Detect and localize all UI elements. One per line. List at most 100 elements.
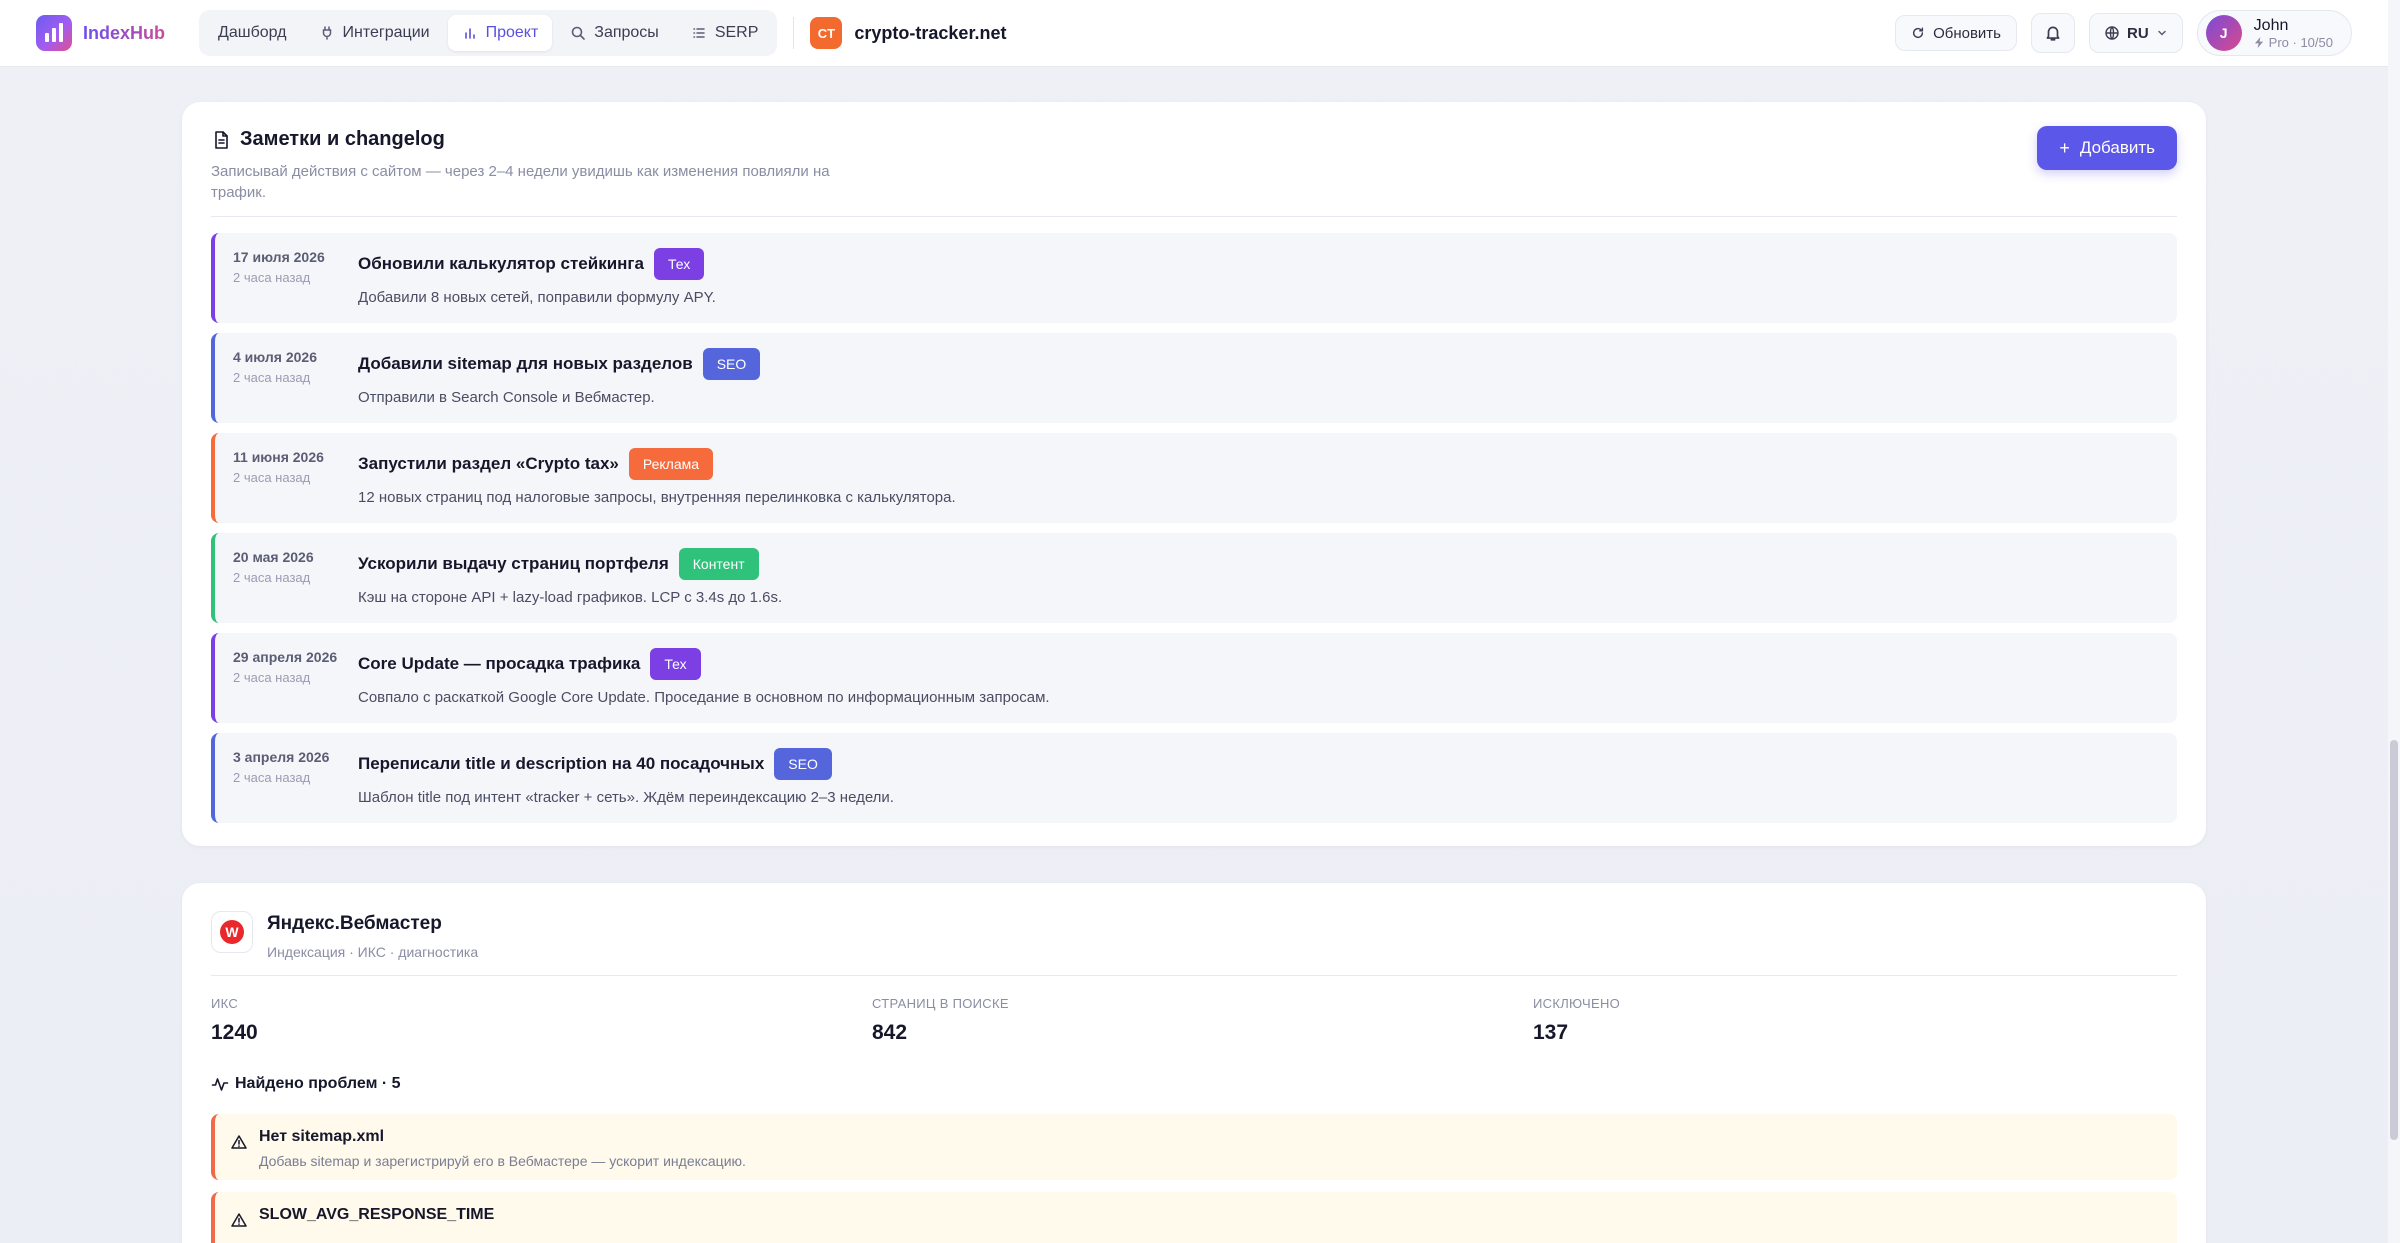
metric-value: 137 [1533, 1021, 1569, 1044]
search-icon [571, 26, 586, 40]
problem-item[interactable]: SLOW_AVG_RESPONSE_TIME [211, 1192, 2177, 1243]
scrollbar-thumb[interactable] [2390, 740, 2398, 1140]
note-title: Ускорили выдачу страниц портфеля [358, 554, 669, 573]
nav-item-label: SERP [714, 24, 759, 41]
notes-card: Заметки и changelog Записывай действия с… [182, 102, 2206, 846]
plus-icon: + [2059, 138, 2070, 158]
note-date: 4 июля 2026 [233, 349, 317, 365]
refresh-icon [1913, 27, 1924, 39]
note-title: Запустили раздел «Crypto tax» [358, 454, 619, 473]
notes-list: 17 июля 2026 2 часа назад Обновили кальк… [211, 233, 2177, 833]
brand-logo-icon [36, 15, 72, 51]
note-item[interactable]: 20 мая 2026 2 часа назад Ускорили выдачу… [211, 533, 2177, 623]
refresh-label: Обновить [1933, 24, 2001, 42]
language-select[interactable]: RU [2089, 13, 2183, 53]
note-date: 17 июля 2026 [233, 249, 325, 265]
problem-desc: Добавь sitemap и зарегистрируй его в Веб… [259, 1153, 746, 1169]
nav-divider [793, 17, 795, 49]
metric-label: ИСКЛЮЧЕНО [1533, 996, 1621, 1011]
nav-item-integrations[interactable]: Интеграции [305, 15, 444, 51]
note-tag: SEO [702, 348, 761, 380]
top-bar: IndexHub Дашборд Интеграции Проект Запро… [0, 0, 2388, 67]
note-desc: Шаблон title под интент «tracker + сеть»… [358, 789, 894, 806]
note-ago: 2 часа назад [233, 670, 311, 685]
metric-label: СТРАНИЦ В ПОИСКЕ [872, 996, 1009, 1011]
metric-value: 1240 [211, 1021, 258, 1044]
note-tag: Тех [653, 248, 705, 280]
notes-header: Заметки и changelog Записывай действия с… [211, 128, 2177, 203]
refresh-button[interactable]: Обновить [1895, 15, 2017, 51]
current-site[interactable]: CT crypto-tracker.net [810, 17, 1006, 49]
problems-heading: Найдено проблем · 5 [211, 1075, 401, 1093]
note-title: Добавили sitemap для новых разделов [358, 354, 693, 373]
note-ago: 2 часа назад [233, 270, 311, 285]
site-name: crypto-tracker.net [854, 22, 1007, 43]
nav-item-label: Интеграции [342, 24, 430, 41]
nav-item-queries[interactable]: Запросы [556, 15, 673, 51]
webmaster-title: Яндекс.Вебмастер [267, 913, 442, 934]
note-date: 3 апреля 2026 [233, 749, 330, 765]
note-tag: Тех [650, 648, 701, 680]
user-plan-label: Pro · 10/50 [2268, 35, 2333, 50]
plug-icon [322, 26, 331, 40]
note-item[interactable]: 17 июля 2026 2 часа назад Обновили кальк… [211, 233, 2177, 323]
note-desc: Кэш на стороне API + lazy-load графиков.… [358, 589, 783, 606]
notes-divider [211, 216, 2177, 217]
user-name: John [2253, 17, 2289, 34]
note-ago: 2 часа назад [233, 370, 311, 385]
problems-title: Найдено проблем · 5 [235, 1075, 401, 1092]
add-note-button[interactable]: + Добавить [2037, 126, 2177, 170]
webmaster-divider [211, 975, 2177, 976]
nav-item-label: Дашборд [218, 24, 287, 41]
globe-icon [2105, 26, 2119, 40]
warning-icon [231, 1135, 247, 1149]
note-date: 20 мая 2026 [233, 549, 314, 565]
add-note-label: Добавить [2079, 138, 2155, 157]
bell-icon [2046, 26, 2060, 41]
notes-title: Заметки и changelog [211, 128, 2177, 151]
note-ago: 2 часа назад [233, 470, 311, 485]
user-plan: Pro · 10/50 [2254, 35, 2333, 50]
brand-name: IndexHub [83, 22, 166, 43]
problem-title: SLOW_AVG_RESPONSE_TIME [259, 1206, 495, 1223]
note-desc: 12 новых страниц под налоговые запросы, … [358, 489, 956, 506]
note-tag: Реклама [628, 448, 714, 480]
note-item[interactable]: 29 апреля 2026 2 часа назад Core Update … [211, 633, 2177, 723]
lightning-icon [2254, 37, 2263, 48]
notes-subtitle: Записывай действия с сайтом — через 2–4 … [211, 163, 830, 201]
note-title: Переписали title и description на 40 пос… [358, 754, 765, 773]
note-item[interactable]: 11 июня 2026 2 часа назад Запустили разд… [211, 433, 2177, 523]
list-icon [693, 28, 705, 38]
nav-item-label: Проект [485, 24, 539, 41]
note-item[interactable]: 4 июля 2026 2 часа назад Добавили sitema… [211, 333, 2177, 423]
top-right-controls: Обновить RU J John Pro · 10/50 [1895, 10, 2352, 56]
metric-label: ИКС [211, 996, 239, 1011]
site-badge: CT [810, 17, 843, 49]
notes-title-text: Заметки и changelog [240, 128, 445, 150]
problem-title: Нет sitemap.xml [259, 1128, 385, 1145]
note-tag: SEO [774, 748, 832, 780]
note-ago: 2 часа назад [233, 770, 311, 785]
nav-item-serp[interactable]: SERP [677, 15, 773, 51]
main-nav: Дашборд Интеграции Проект Запросы SERP [199, 10, 778, 56]
notifications-button[interactable] [2031, 13, 2075, 53]
chevron-down-icon [2157, 30, 2166, 36]
metric-pages-in-search: СТРАНИЦ В ПОИСКЕ 842 [872, 996, 1009, 1045]
document-icon [215, 130, 228, 149]
user-menu[interactable]: J John Pro · 10/50 [2196, 10, 2352, 56]
note-item[interactable]: 3 апреля 2026 2 часа назад Переписали ti… [211, 733, 2177, 823]
problem-item[interactable]: Нет sitemap.xml Добавь sitemap и зарегис… [211, 1114, 2177, 1180]
webmaster-card: W Яндекс.Вебмастер Индексация · ИКС · ди… [182, 883, 2206, 1243]
warning-icon [231, 1213, 247, 1227]
metric-iks: ИКС 1240 [211, 996, 258, 1045]
webmaster-subtitle: Индексация · ИКС · диагностика [267, 944, 479, 960]
note-title: Обновили калькулятор стейкинга [358, 254, 644, 273]
brand[interactable]: IndexHub [36, 15, 165, 51]
nav-item-project[interactable]: Проект [447, 15, 553, 51]
nav-item-dashboard[interactable]: Дашборд [204, 15, 301, 51]
page-scrollbar[interactable] [2388, 0, 2400, 1243]
note-desc: Добавили 8 новых сетей, поправили формул… [358, 289, 716, 306]
note-desc: Отправили в Search Console и Вебмастер. [358, 389, 655, 406]
note-ago: 2 часа назад [233, 570, 311, 585]
metric-value: 842 [872, 1021, 908, 1044]
